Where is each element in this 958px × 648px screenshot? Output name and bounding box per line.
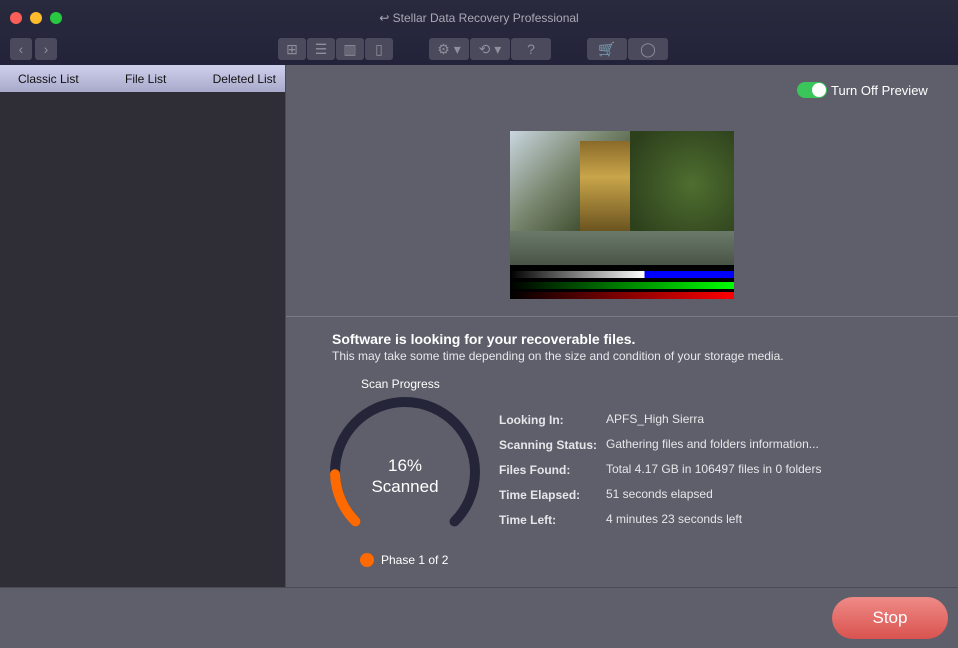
section-divider xyxy=(286,316,958,317)
columns-icon: ▥ xyxy=(343,40,357,57)
settings-button[interactable]: ⚙ ▾ xyxy=(429,38,469,60)
bottom-bar xyxy=(0,587,958,648)
detail-value: APFS_High Sierra xyxy=(606,412,705,426)
view-tabs: Classic List File List Deleted List xyxy=(0,65,285,92)
detail-value: Gathering files and folders information.… xyxy=(606,437,819,451)
title-bar: ↩ Stellar Data Recovery Professional ‹ ›… xyxy=(0,0,958,65)
cart-button[interactable]: 🛒 xyxy=(587,38,627,60)
file-tree-panel xyxy=(0,92,285,587)
detail-label: Time Left: xyxy=(499,513,557,527)
grid-icon: ⊞ xyxy=(286,40,298,57)
history-icon: ⟲ ▾ xyxy=(478,40,502,57)
help-button[interactable]: ? xyxy=(511,38,551,60)
back-button[interactable]: ‹ xyxy=(10,38,32,60)
divider xyxy=(285,65,286,587)
stop-button[interactable]: Stop xyxy=(832,597,948,639)
phase-indicator-dot xyxy=(360,553,374,567)
detail-value: 4 minutes 23 seconds left xyxy=(606,512,743,526)
scan-percent: 16% xyxy=(387,456,423,475)
undo-arrow-icon: ↩ xyxy=(379,11,393,25)
preview-toggle[interactable] xyxy=(797,82,827,98)
preview-image xyxy=(510,131,734,299)
icon-view-button[interactable]: ⊞ xyxy=(278,38,306,60)
list-icon: ☰ xyxy=(314,40,328,57)
detail-label: Scanning Status: xyxy=(499,438,598,452)
forward-button[interactable]: › xyxy=(35,38,57,60)
detail-label: Files Found: xyxy=(499,463,571,477)
list-view-button[interactable]: ☰ xyxy=(307,38,335,60)
scan-subheading: This may take some time depending on the… xyxy=(332,349,784,363)
gear-icon: ⚙ ▾ xyxy=(437,40,461,57)
user-icon: ◯ xyxy=(640,40,656,57)
coverflow-icon: ▯ xyxy=(375,40,383,57)
cart-icon: 🛒 xyxy=(598,40,616,57)
resume-recovery-button[interactable]: ⟲ ▾ xyxy=(470,38,510,60)
scan-heading: Software is looking for your recoverable… xyxy=(332,331,636,347)
preview-toggle-label: Turn Off Preview xyxy=(831,83,928,98)
column-view-button[interactable]: ▥ xyxy=(336,38,364,60)
scan-progress-title: Scan Progress xyxy=(361,377,440,391)
detail-label: Looking In: xyxy=(499,413,564,427)
coverflow-view-button[interactable]: ▯ xyxy=(365,38,393,60)
detail-value: Total 4.17 GB in 106497 files in 0 folde… xyxy=(606,462,822,476)
tab-deleted-list[interactable]: Deleted List xyxy=(213,72,276,86)
detail-label: Time Elapsed: xyxy=(499,488,581,502)
tab-classic-list[interactable]: Classic List xyxy=(18,72,79,86)
detail-value: 51 seconds elapsed xyxy=(606,487,713,501)
window-title: ↩ Stellar Data Recovery Professional xyxy=(379,11,579,25)
scanned-label: Scanned xyxy=(371,477,439,496)
account-button[interactable]: ◯ xyxy=(628,38,668,60)
tab-file-list[interactable]: File List xyxy=(125,72,166,86)
phase-label: Phase 1 of 2 xyxy=(381,553,449,567)
